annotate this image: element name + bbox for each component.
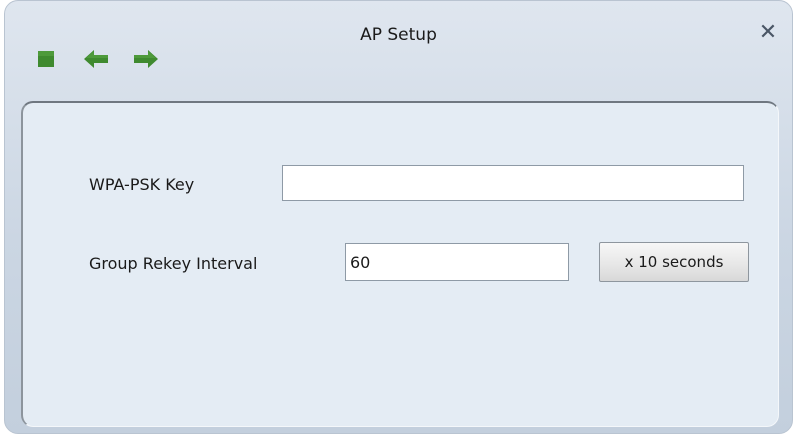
group-rekey-interval-input[interactable] [345,243,569,281]
wpa-psk-key-label: WPA-PSK Key [89,175,195,194]
interval-unit-button[interactable]: x 10 seconds [599,242,749,282]
ap-setup-dialog: AP Setup ✕ WPA-PSK Key Group Rekey Inter… [4,0,793,434]
stop-square-icon[interactable] [33,48,59,70]
wpa-psk-key-input[interactable] [282,165,744,201]
title-bar: AP Setup ✕ [5,1,792,101]
dialog-title: AP Setup [360,25,437,45]
settings-panel: WPA-PSK Key Group Rekey Interval x 10 se… [21,101,779,427]
arrow-left-icon[interactable] [83,48,109,70]
arrow-right-icon[interactable] [133,48,159,70]
close-icon[interactable]: ✕ [756,21,780,45]
toolbar [33,47,159,71]
group-rekey-interval-label: Group Rekey Interval [89,254,258,273]
